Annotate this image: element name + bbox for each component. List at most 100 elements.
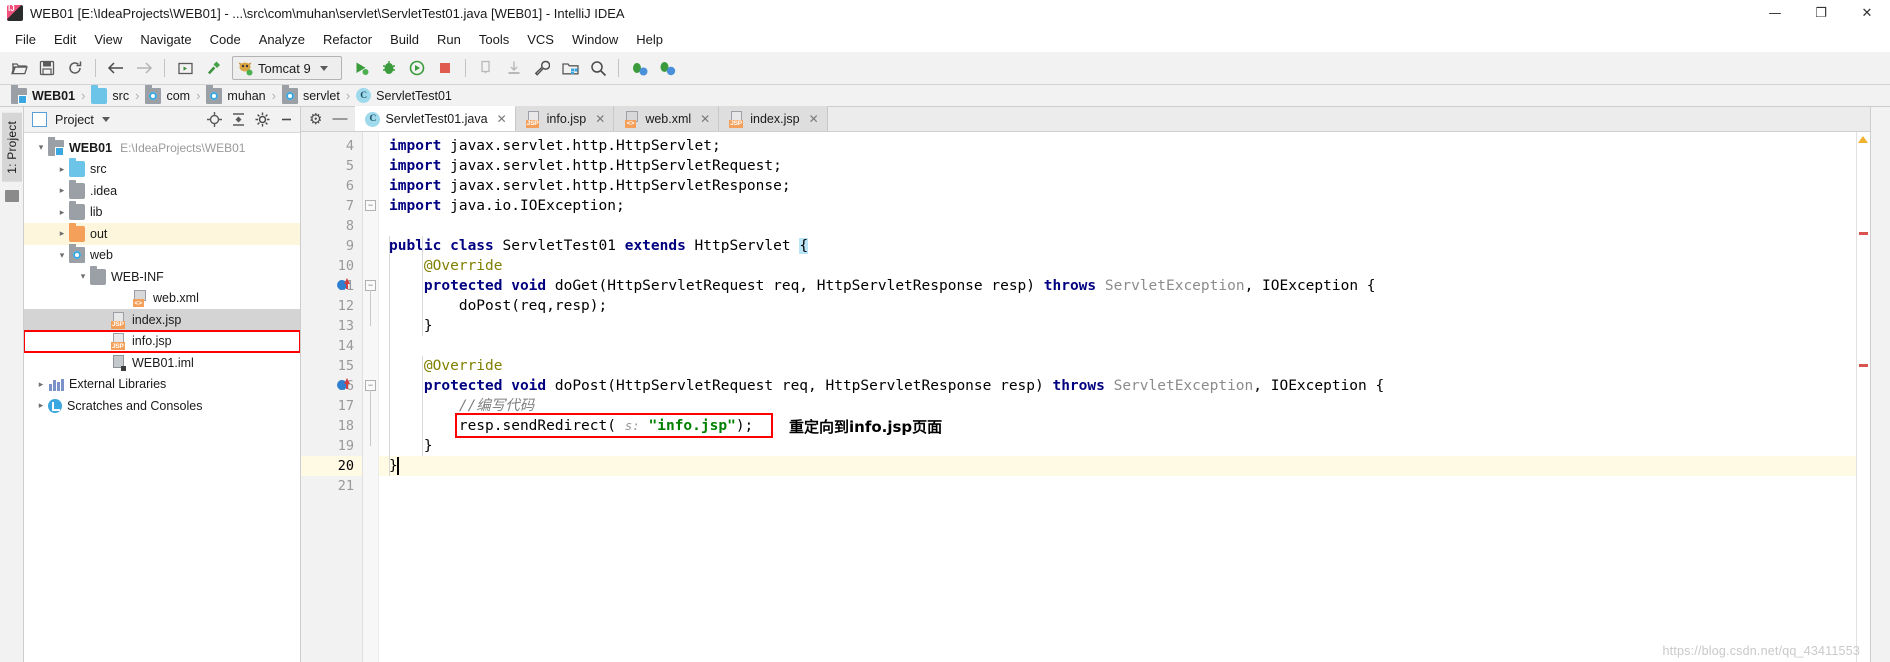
line-number[interactable]: 5 bbox=[346, 156, 354, 176]
back-icon[interactable] bbox=[103, 55, 129, 81]
code-line[interactable]: protected void doPost(HttpServletRequest… bbox=[389, 376, 1384, 396]
code-line[interactable]: } bbox=[389, 436, 433, 456]
menu-code[interactable]: Code bbox=[201, 29, 250, 50]
tree-item-scratches-and-consoles[interactable]: ▸ Scratches and Consoles bbox=[24, 395, 300, 417]
fold-toggle-icon[interactable]: − bbox=[365, 200, 376, 211]
close-icon[interactable]: ✕ bbox=[700, 112, 710, 126]
code-folding-gutter[interactable]: − − − bbox=[363, 132, 379, 662]
override-method-marker-icon[interactable] bbox=[337, 278, 350, 292]
line-number[interactable]: 21 bbox=[338, 476, 354, 496]
close-icon[interactable]: ✕ bbox=[497, 112, 507, 126]
menu-vcs[interactable]: VCS bbox=[518, 29, 563, 50]
line-number[interactable]: 15 bbox=[338, 356, 354, 376]
menu-view[interactable]: View bbox=[85, 29, 131, 50]
line-number[interactable]: 18 bbox=[338, 416, 354, 436]
structure-tool-icon[interactable] bbox=[4, 189, 19, 202]
open-project-icon[interactable] bbox=[6, 55, 32, 81]
run-coverage-icon[interactable] bbox=[404, 55, 430, 81]
line-number[interactable]: 20 bbox=[338, 456, 354, 476]
update-project-icon[interactable] bbox=[473, 55, 499, 81]
close-icon[interactable]: ✕ bbox=[595, 112, 605, 126]
tree-twisty[interactable]: ▾ bbox=[34, 142, 48, 153]
tree-item-index-jsp[interactable]: JSP index.jsp bbox=[24, 309, 300, 331]
tree-twisty[interactable]: ▾ bbox=[76, 271, 90, 282]
line-number[interactable]: 4 bbox=[346, 136, 354, 156]
tree-twisty[interactable]: ▸ bbox=[34, 379, 48, 390]
breadcrumb-item-web01[interactable]: WEB01 bbox=[8, 84, 78, 104]
close-icon[interactable]: ✕ bbox=[809, 112, 819, 126]
line-number[interactable]: 8 bbox=[346, 216, 354, 236]
code-line[interactable]: @Override bbox=[389, 256, 503, 276]
save-all-icon[interactable] bbox=[34, 55, 60, 81]
code-content[interactable]: import javax.servlet.http.HttpServlet; im… bbox=[379, 132, 1856, 662]
menu-edit[interactable]: Edit bbox=[45, 29, 85, 50]
code-line[interactable]: //编写代码 bbox=[389, 396, 534, 416]
fold-region-line[interactable] bbox=[370, 390, 371, 446]
menu-refactor[interactable]: Refactor bbox=[314, 29, 381, 50]
close-button[interactable]: ✕ bbox=[1844, 0, 1890, 27]
code-line[interactable]: protected void doGet(HttpServletRequest … bbox=[389, 276, 1376, 296]
tree-twisty[interactable]: ▸ bbox=[55, 164, 69, 175]
menu-build[interactable]: Build bbox=[381, 29, 428, 50]
code-line[interactable]: resp.sendRedirect( s: "info.jsp"); bbox=[389, 416, 753, 436]
tree-twisty[interactable]: ▸ bbox=[55, 207, 69, 218]
tree-item-src[interactable]: ▸ src bbox=[24, 158, 300, 181]
tree-item-external-libraries[interactable]: ▸ External Libraries bbox=[24, 374, 300, 396]
code-line[interactable]: import javax.servlet.http.HttpServlet; bbox=[389, 136, 721, 156]
warning-marker-icon[interactable] bbox=[1858, 136, 1868, 143]
tree-item-idea[interactable]: ▸ .idea bbox=[24, 179, 300, 202]
line-number[interactable]: 9 bbox=[346, 236, 354, 256]
run-configuration-selector[interactable]: Tomcat 9 bbox=[232, 56, 342, 80]
code-line[interactable]: import javax.servlet.http.HttpServletReq… bbox=[389, 156, 782, 176]
fold-region-line[interactable] bbox=[370, 290, 371, 326]
editor-tab-info-jsp[interactable]: JSP info.jsp ✕ bbox=[515, 106, 615, 131]
breadcrumb-item-servlet[interactable]: servlet bbox=[279, 84, 343, 104]
stop-icon[interactable] bbox=[432, 55, 458, 81]
run-icon[interactable] bbox=[348, 55, 374, 81]
code-editor[interactable]: 456789101112131415161718192021 −−− impor… bbox=[301, 132, 1870, 662]
commit-icon[interactable] bbox=[501, 55, 527, 81]
line-number[interactable]: 19 bbox=[338, 436, 354, 456]
search-everywhere-icon[interactable] bbox=[585, 55, 611, 81]
hide-panel-icon[interactable] bbox=[276, 110, 296, 130]
menu-tools[interactable]: Tools bbox=[470, 29, 518, 50]
tree-twisty[interactable]: ▾ bbox=[55, 250, 69, 261]
line-number[interactable]: 14 bbox=[338, 336, 354, 356]
debug-icon[interactable] bbox=[376, 55, 402, 81]
sync-icon[interactable] bbox=[62, 55, 88, 81]
code-line[interactable]: } bbox=[389, 316, 433, 336]
line-number-gutter[interactable]: 456789101112131415161718192021 bbox=[301, 132, 363, 662]
build-hammer-icon[interactable] bbox=[200, 55, 226, 81]
settings-gear-icon[interactable] bbox=[252, 110, 272, 130]
editor-tab-web-xml[interactable]: <> web.xml ✕ bbox=[614, 106, 720, 131]
line-number[interactable]: 13 bbox=[338, 316, 354, 336]
settings-wrench-icon[interactable] bbox=[529, 55, 555, 81]
breadcrumb-item-src[interactable]: src bbox=[88, 84, 132, 104]
tree-twisty[interactable]: ▸ bbox=[34, 400, 48, 411]
menu-window[interactable]: Window bbox=[563, 29, 627, 50]
tree-item-web01-iml[interactable]: WEB01.iml bbox=[24, 352, 300, 374]
editor-tab-index-jsp[interactable]: JSP index.jsp ✕ bbox=[719, 106, 828, 131]
line-number[interactable]: 10 bbox=[338, 256, 354, 276]
menu-analyze[interactable]: Analyze bbox=[250, 29, 314, 50]
locate-target-icon[interactable] bbox=[204, 110, 224, 130]
error-marker[interactable] bbox=[1859, 364, 1868, 367]
breadcrumb-item-servlettest01[interactable]: C ServletTest01 bbox=[353, 88, 455, 103]
chevron-down-icon[interactable] bbox=[319, 65, 328, 71]
menu-help[interactable]: Help bbox=[627, 29, 672, 50]
project-structure-icon[interactable] bbox=[557, 55, 583, 81]
code-line[interactable]: public class ServletTest01 extends HttpS… bbox=[389, 236, 809, 256]
tree-item-web-inf[interactable]: ▾ WEB-INF bbox=[24, 265, 300, 288]
error-marker[interactable] bbox=[1859, 232, 1868, 235]
tree-item-lib[interactable]: ▸ lib bbox=[24, 201, 300, 224]
tree-item-web-xml[interactable]: <> web.xml bbox=[24, 288, 300, 310]
settings-gear-icon[interactable]: ⚙ bbox=[309, 110, 322, 128]
breadcrumb-item-muhan[interactable]: muhan bbox=[203, 84, 268, 104]
attach-debugger-icon[interactable] bbox=[626, 55, 652, 81]
compile-icon[interactable] bbox=[172, 55, 198, 81]
line-number[interactable]: 6 bbox=[346, 176, 354, 196]
tree-twisty[interactable]: ▸ bbox=[55, 228, 69, 239]
tree-twisty[interactable]: ▸ bbox=[55, 185, 69, 196]
chevron-down-icon[interactable] bbox=[101, 117, 110, 122]
forward-icon[interactable] bbox=[131, 55, 157, 81]
